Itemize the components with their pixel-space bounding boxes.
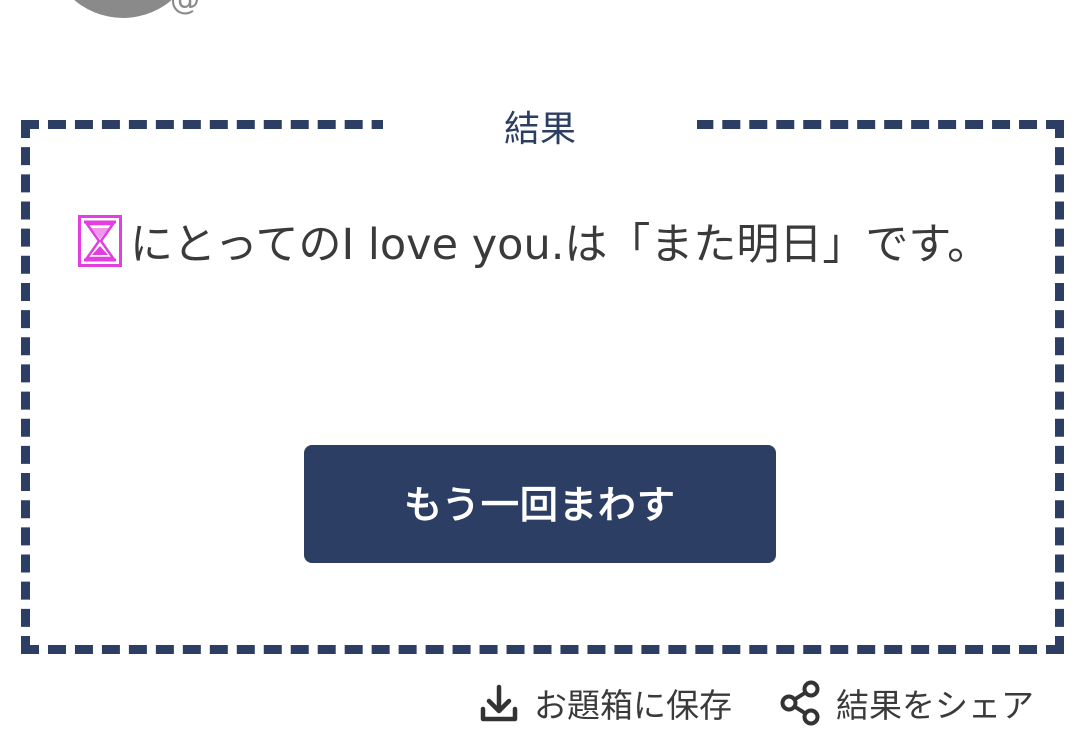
result-title: 結果 [383, 104, 697, 150]
save-to-box-label: お題箱に保存 [534, 686, 732, 725]
spin-again-button[interactable]: もう一回まわす [304, 445, 776, 563]
share-icon [778, 679, 822, 727]
user-handle[interactable]: @ [170, 0, 200, 17]
download-icon [478, 682, 520, 724]
result-text: にとってのI love you.は「また明日」です。 [78, 210, 1013, 288]
save-to-box-button[interactable]: お題箱に保存 [478, 679, 732, 727]
hourglass-icon [78, 215, 122, 288]
share-result-button[interactable]: 結果をシェア [778, 679, 1034, 727]
result-box [21, 120, 1064, 654]
share-result-label: 結果をシェア [836, 686, 1034, 725]
result-actions: お題箱に保存 結果をシェア [478, 678, 1034, 728]
result-sentence: にとってのI love you.は「また明日」です。 [130, 220, 991, 270]
